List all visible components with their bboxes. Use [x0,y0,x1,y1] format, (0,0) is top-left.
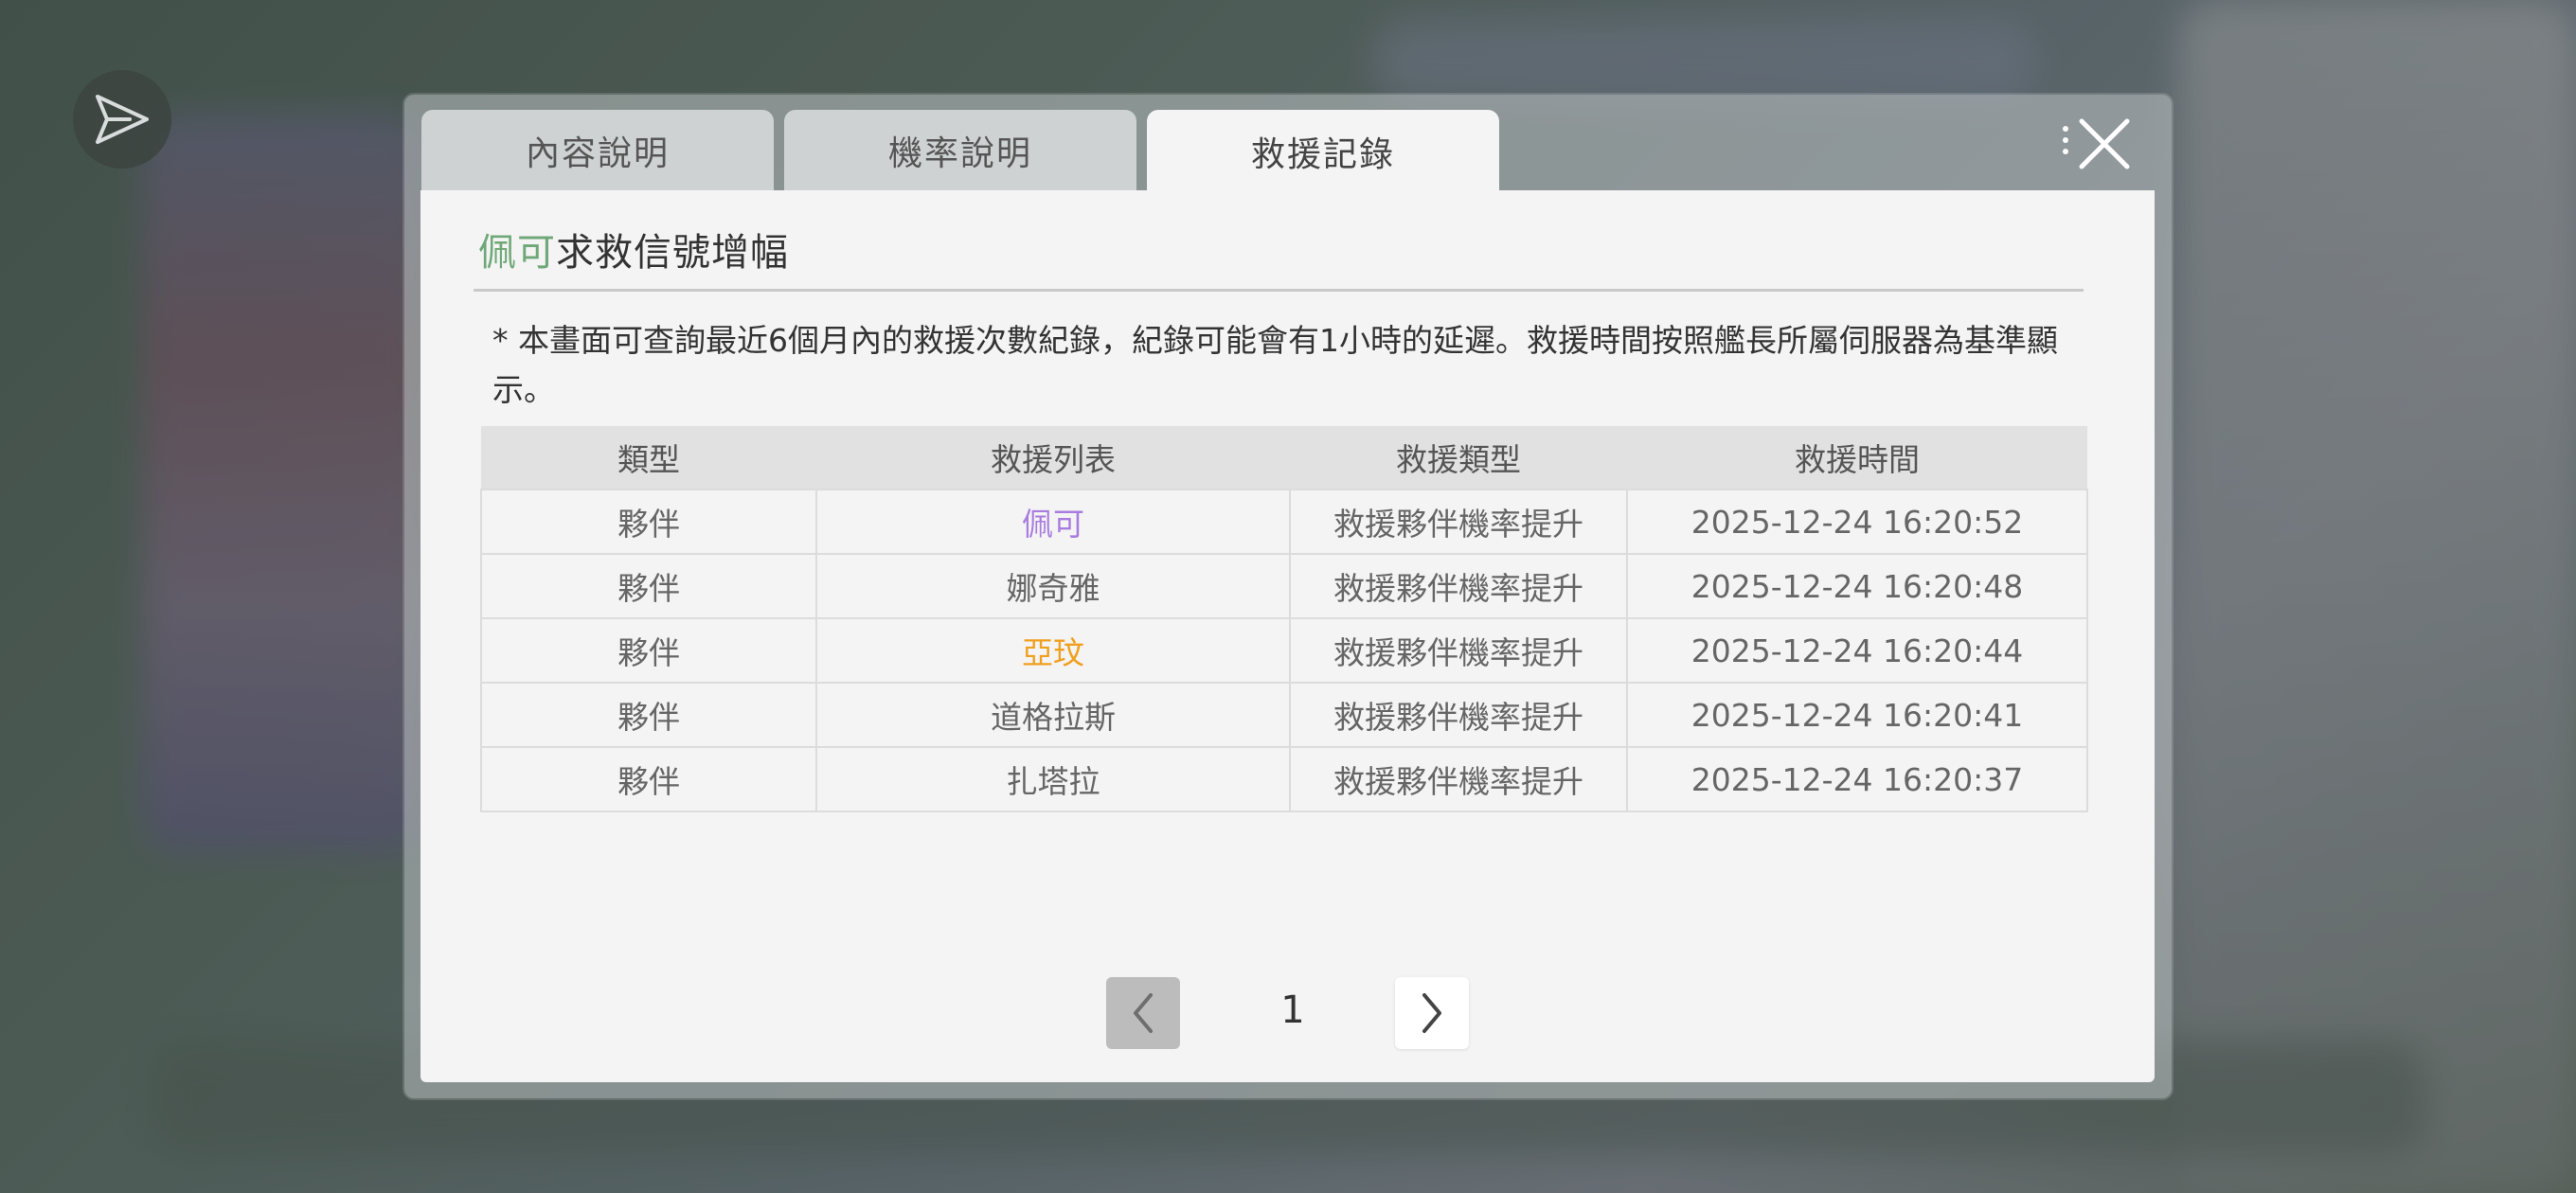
close-icon [2063,118,2130,169]
title-text: 求救信號增幅 [556,231,789,275]
column-header: 救援時間 [1627,426,2087,490]
column-header: 救援類型 [1290,426,1627,490]
type-cell: 夥伴 [480,682,817,748]
type-cell: 夥伴 [480,553,817,619]
rescue-time-cell: 2025-12-24 16:20:37 [1626,746,2088,812]
close-button[interactable] [2061,112,2146,178]
table-row: 夥伴 扎塔拉 救援夥伴機率提升 2025-12-24 16:20:37 [480,746,2088,812]
rescue-type-cell: 救援夥伴機率提升 [1289,746,1628,812]
tab-rescue-records[interactable]: 救援記錄 [1147,110,1499,193]
next-page-button[interactable] [1395,977,1469,1049]
table-row: 夥伴 道格拉斯 救援夥伴機率提升 2025-12-24 16:20:41 [480,682,2088,748]
partner-name-cell: 扎塔拉 [815,746,1291,812]
paper-plane-icon [96,95,149,144]
divider [474,289,2084,292]
partner-name-cell: 娜奇雅 [815,553,1291,619]
table-row: 夥伴 佩可 救援夥伴機率提升 2025-12-24 16:20:52 [480,489,2088,555]
table-row: 夥伴 亞玟 救援夥伴機率提升 2025-12-24 16:20:44 [480,617,2088,684]
rescue-time-cell: 2025-12-24 16:20:41 [1626,682,2088,748]
rescue-type-cell: 救援夥伴機率提升 [1289,617,1628,684]
rescue-time-cell: 2025-12-24 16:20:44 [1626,617,2088,684]
rescue-type-cell: 救援夥伴機率提升 [1289,553,1628,619]
rescue-records-table: 類型 救援列表 救援類型 救援時間 夥伴 佩可 救援夥伴機率提升 2025-12… [480,426,2088,812]
table-row: 夥伴 娜奇雅 救援夥伴機率提升 2025-12-24 16:20:48 [480,553,2088,619]
prev-page-button[interactable] [1106,977,1180,1049]
rescue-type-cell: 救援夥伴機率提升 [1289,682,1628,748]
share-button[interactable] [73,70,171,169]
title-highlight: 佩可 [478,231,556,275]
type-cell: 夥伴 [480,617,817,684]
partner-name-cell: 佩可 [815,489,1291,555]
column-header: 類型 [481,426,816,490]
type-cell: 夥伴 [480,489,817,555]
partner-name-cell: 亞玟 [815,617,1291,684]
chevron-right-icon [1422,993,1441,1033]
table-header-row: 類型 救援列表 救援類型 救援時間 [481,426,2087,490]
rescue-type-cell: 救援夥伴機率提升 [1289,489,1628,555]
current-page-number: 1 [1280,988,1305,1032]
tab-probability-description[interactable]: 機率說明 [784,110,1136,191]
tab-label: 救援記錄 [1250,135,1395,174]
notice-text: * 本畫面可查詢最近6個月內的救援次數紀錄，紀錄可能會有1小時的延遲。救援時間按… [492,322,2058,408]
rescue-time-cell: 2025-12-24 16:20:52 [1626,489,2088,555]
column-header: 救援列表 [816,426,1290,490]
tab-content-description[interactable]: 內容說明 [421,110,774,191]
type-cell: 夥伴 [480,746,817,812]
chevron-left-icon [1134,993,1153,1033]
tab-label: 內容說明 [525,134,670,173]
tab-label: 機率說明 [887,134,1032,173]
page-title: 佩可求救信號增幅 [478,222,789,276]
rescue-time-cell: 2025-12-24 16:20:48 [1626,553,2088,619]
partner-name-cell: 道格拉斯 [815,682,1291,748]
